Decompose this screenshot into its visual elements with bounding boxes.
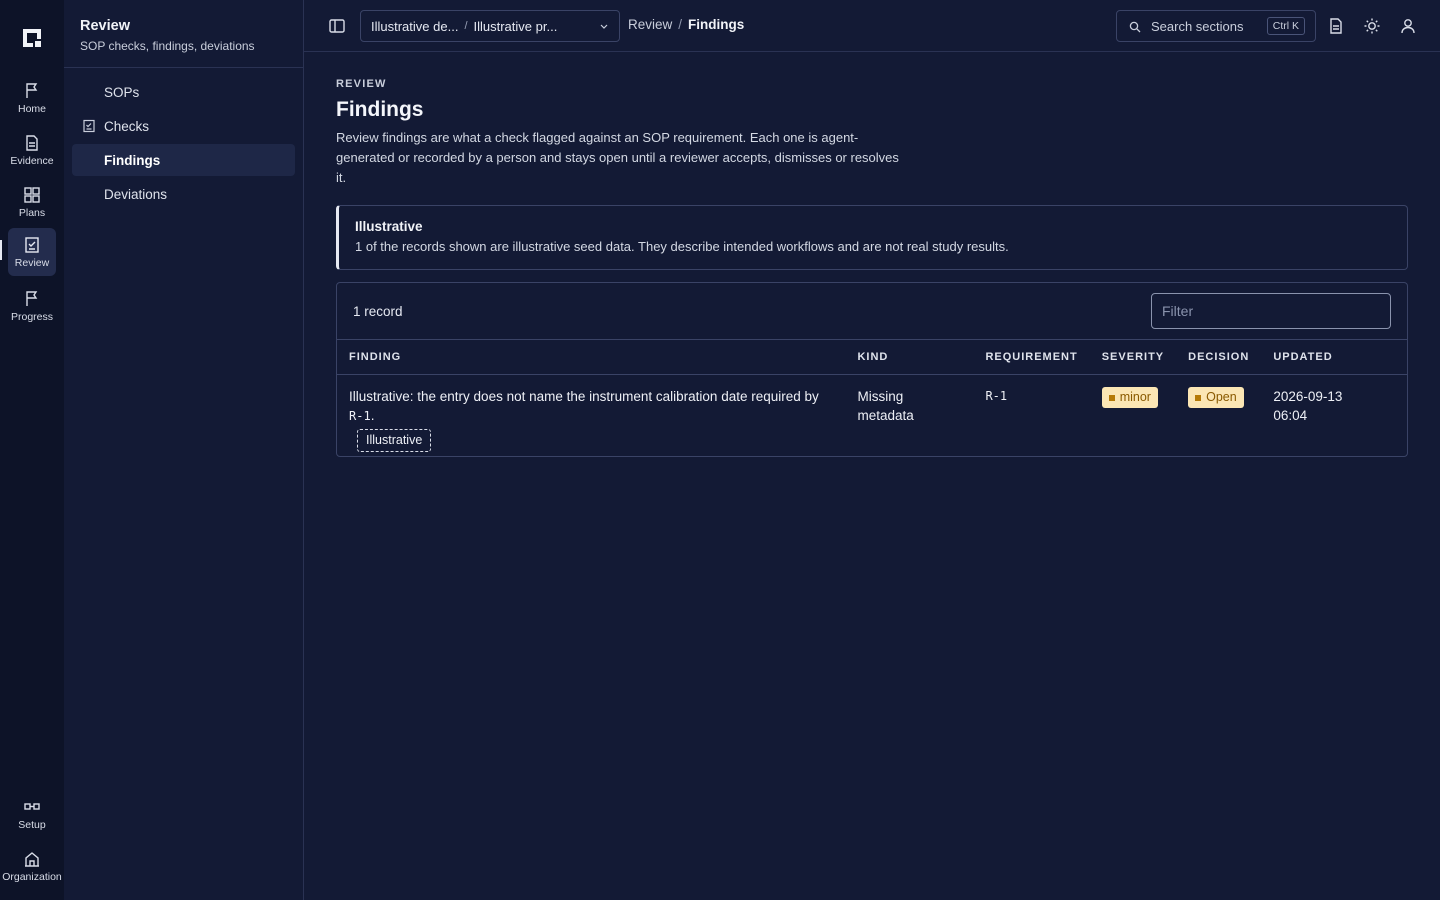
sidebar-item-deviations[interactable]: Deviations	[72, 178, 295, 210]
user-icon[interactable]	[1399, 17, 1417, 35]
illustrative-tag: Illustrative	[357, 428, 432, 452]
filter-input[interactable]	[1151, 293, 1391, 329]
column-header-requirement[interactable]: REQUIREMENT	[973, 340, 1090, 375]
notice-title: Illustrative	[355, 219, 423, 234]
project-selector-separator: /	[464, 20, 468, 32]
rail-item-label: Plans	[18, 206, 46, 219]
column-header-severity[interactable]: SEVERITY	[1089, 340, 1177, 375]
column-header-kind[interactable]: KIND	[845, 340, 974, 375]
sidebar-toggle-icon[interactable]	[328, 17, 346, 35]
rail-item-progress[interactable]: Progress	[8, 282, 56, 330]
page-title: Findings	[336, 98, 424, 121]
search-sections-button[interactable]: Search sections Ctrl K	[1116, 10, 1316, 42]
search-shortcut: Ctrl K	[1266, 17, 1305, 35]
findings-table: FINDING KIND REQUIREMENT SEVERITY DECISI…	[337, 340, 1407, 462]
sidebar-item-label: Findings	[104, 152, 161, 168]
finding-ref: R-1	[349, 408, 371, 423]
rail-active-indicator	[0, 240, 2, 260]
building-icon	[25, 851, 39, 867]
notice-text: 1 of the records shown are illustrative …	[355, 239, 1009, 254]
page-description: Review findings are what a check flagged…	[336, 130, 899, 185]
rail-item-review[interactable]: Review	[8, 228, 56, 276]
breadcrumb: Review / Findings	[628, 17, 744, 32]
rail-item-home[interactable]: Home	[8, 74, 56, 122]
severity-label: minor	[1119, 390, 1151, 404]
finding-cell[interactable]: Illustrative: the entry does not name th…	[337, 374, 845, 462]
flag-icon	[26, 82, 38, 98]
sidebar-item-findings[interactable]: Findings	[72, 144, 295, 176]
rail-item-label: Organization	[2, 870, 62, 883]
severity-badge: minor	[1101, 387, 1158, 408]
page-eyebrow: REVIEW	[336, 78, 387, 90]
sidebar-header: Review SOP checks, findings, deviations	[64, 0, 303, 68]
updated-time: 06:04	[1273, 407, 1308, 423]
illustrative-notice: Illustrative 1 of the records shown are …	[336, 205, 1408, 270]
severity-dot	[1108, 394, 1115, 401]
chevron-down-icon	[600, 24, 608, 29]
rail-item-organization[interactable]: Organization	[0, 842, 64, 890]
theme-toggle-icon[interactable]	[1363, 17, 1381, 35]
setup-icon	[24, 802, 40, 810]
sidebar-item-label: Deviations	[104, 186, 168, 202]
rail-item-evidence[interactable]: Evidence	[8, 126, 56, 174]
section-sidebar: Review SOP checks, findings, deviations …	[64, 0, 304, 900]
rail-item-label: Evidence	[10, 154, 54, 167]
rail-item-label: Review	[14, 256, 50, 269]
decision-cell: Open	[1176, 374, 1261, 462]
finding-suffix: .	[370, 407, 375, 423]
table-toolbar: 1 record	[337, 283, 1407, 340]
rail-item-label: Progress	[10, 310, 53, 323]
column-header-finding[interactable]: FINDING	[337, 340, 846, 375]
grid-icon	[24, 186, 40, 203]
severity-cell: minor	[1090, 374, 1176, 462]
decision-badge: Open	[1188, 387, 1244, 408]
sidebar-item-checks[interactable]: Checks	[72, 110, 295, 142]
table-row[interactable]: Illustrative: the entry does not name th…	[337, 374, 1407, 462]
project-selector[interactable]: Illustrative de... / Illustrative pr...	[360, 10, 620, 42]
finding-text: Illustrative: the entry does not name th…	[349, 388, 819, 404]
record-count: 1 record	[353, 304, 403, 319]
project-selector-org: Illustrative de...	[371, 18, 459, 34]
rail-item-plans[interactable]: Plans	[8, 178, 56, 226]
docs-icon[interactable]	[1327, 17, 1345, 35]
rail-item-label: Home	[17, 102, 46, 115]
sidebar-title: Review	[80, 18, 130, 34]
primary-rail: Home Evidence Plans Review Progress Setu…	[0, 0, 64, 900]
project-selector-project: Illustrative pr...	[473, 18, 558, 34]
decision-dot	[1195, 394, 1202, 401]
flag-icon	[26, 290, 38, 306]
findings-table-card: 1 record FINDING KIND REQUIREMENT SEVERI…	[336, 282, 1408, 457]
breadcrumb-current: Findings	[688, 17, 745, 32]
column-header-updated[interactable]: UPDATED	[1261, 340, 1407, 375]
document-icon	[26, 134, 38, 151]
kind-cell: Missing metadata	[857, 388, 914, 423]
checklist-icon	[83, 119, 95, 133]
requirement-cell: R-1	[985, 388, 1008, 403]
table-header-row: FINDING KIND REQUIREMENT SEVERITY DECISI…	[337, 340, 1407, 375]
checklist-icon	[25, 236, 39, 253]
updated-cell: 2026-09-13 06:04	[1261, 374, 1407, 462]
sidebar-item-label: Checks	[104, 118, 150, 134]
column-header-decision[interactable]: DECISION	[1176, 340, 1262, 375]
sidebar-item-sops[interactable]: SOPs	[72, 76, 295, 108]
decision-label: Open	[1206, 390, 1237, 404]
updated-date: 2026-09-13	[1273, 388, 1343, 404]
sidebar-item-label: SOPs	[104, 84, 140, 100]
rail-item-setup[interactable]: Setup	[8, 790, 56, 838]
breadcrumb-separator: /	[678, 17, 683, 32]
search-icon	[1129, 21, 1141, 33]
sidebar-nav: SOPs Checks Findings Deviations	[64, 68, 303, 216]
rail-item-label: Setup	[18, 818, 46, 831]
topbar: Illustrative de... / Illustrative pr... …	[304, 0, 1440, 52]
breadcrumb-review[interactable]: Review	[628, 17, 672, 32]
search-label: Search sections	[1151, 18, 1244, 34]
app-logo-icon[interactable]	[20, 26, 44, 50]
sidebar-subtitle: SOP checks, findings, deviations	[80, 39, 255, 53]
